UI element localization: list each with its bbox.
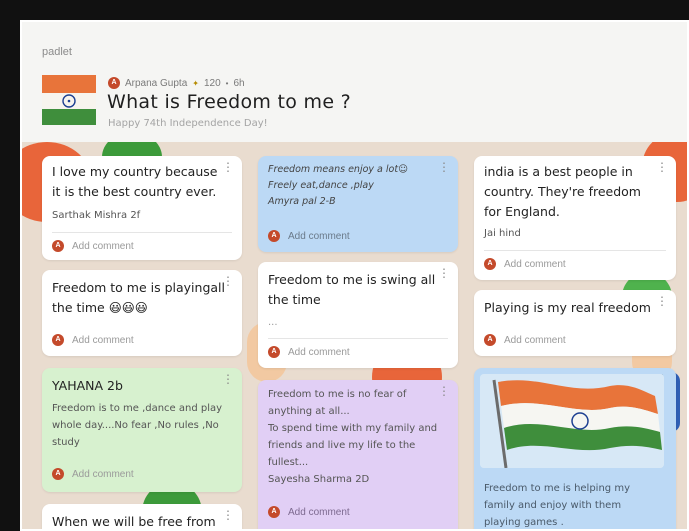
add-comment-button[interactable]: A Add comment <box>268 506 350 518</box>
post-age: 6h <box>233 77 245 89</box>
karma-star-icon: ✦ <box>192 78 199 88</box>
padlet-header: padlet A Arpana Gupta ✦ 120 • 6h What is… <box>22 22 687 142</box>
add-comment-label: Add comment <box>288 346 350 358</box>
post-card[interactable]: ⋮ india is a best people in country. The… <box>474 156 676 280</box>
post-body: Freedom to me is swing all the time <box>268 272 436 307</box>
post-card[interactable]: ⋮ Playing is my real freedom A Add comme… <box>474 290 676 356</box>
padlet-logo[interactable]: padlet <box>42 46 72 58</box>
user-avatar: A <box>484 258 496 270</box>
add-comment-button[interactable]: A Add comment <box>484 258 566 270</box>
post-signature: Amyra pal 2-B <box>268 196 336 207</box>
post-body: india is a best people in country. They'… <box>484 164 641 219</box>
author-karma: 120 <box>203 77 221 89</box>
user-avatar: A <box>52 468 64 480</box>
post-card[interactable]: ⋮ Freedom to me is playingall the time 😃… <box>42 270 242 356</box>
divider <box>484 250 666 251</box>
user-avatar: A <box>268 346 280 358</box>
post-body: Freedom to me is playingall the time 😃😃😃 <box>52 280 225 315</box>
post-body: When we will be free from <box>52 514 216 529</box>
user-avatar: A <box>52 334 64 346</box>
post-card[interactable]: ⋮ When we will be free from <box>42 504 242 529</box>
post-body-line: Freely eat,dance ,play <box>268 180 374 191</box>
user-avatar: A <box>484 334 496 346</box>
screenshot-frame: padlet A Arpana Gupta ✦ 120 • 6h What is… <box>0 0 689 531</box>
post-body-line: Freedom to me is no fear of anything at … <box>268 389 407 417</box>
author-line: A Arpana Gupta ✦ 120 • 6h <box>108 77 245 89</box>
add-comment-label: Add comment <box>504 334 566 346</box>
post-card[interactable]: ⋮ Freedom to me is swing all the time ..… <box>258 262 458 368</box>
post-card[interactable]: ⋮ Freedom to me is no fear of anything a… <box>258 380 458 529</box>
add-comment-button[interactable]: A Add comment <box>52 240 134 252</box>
author-name[interactable]: Arpana Gupta <box>125 78 187 89</box>
add-comment-button[interactable]: A Add comment <box>52 334 134 346</box>
user-avatar: A <box>268 506 280 518</box>
add-comment-label: Add comment <box>72 334 134 346</box>
post-card[interactable]: ⋮ Freedom means enjoy a lot☺ Freely eat,… <box>258 156 458 252</box>
post-body: Freedom is to me ,dance and play whole d… <box>52 403 223 448</box>
add-comment-button[interactable]: A Add comment <box>52 468 134 480</box>
india-flag-thumbnail <box>42 75 96 125</box>
user-avatar: A <box>268 230 280 242</box>
add-comment-label: Add comment <box>72 468 134 480</box>
post-extra: ... <box>268 317 278 328</box>
post-title: YAHANA 2b <box>52 378 123 393</box>
padlet-window: padlet A Arpana Gupta ✦ 120 • 6h What is… <box>20 20 689 531</box>
add-comment-label: Add comment <box>288 230 350 242</box>
add-comment-label: Add comment <box>504 258 566 270</box>
waving-flag-image <box>480 374 664 468</box>
divider <box>52 232 232 233</box>
post-card[interactable]: ⋮ Freedom to me is helping my family and… <box>474 368 676 529</box>
post-body: I love my country because it is the best… <box>52 164 218 199</box>
author-avatar[interactable]: A <box>108 77 120 89</box>
divider <box>268 338 448 339</box>
post-card[interactable]: ⋮ I love my country because it is the be… <box>42 156 242 260</box>
add-comment-label: Add comment <box>72 240 134 252</box>
post-body-line: Freedom means enjoy a lot☺ <box>268 164 408 175</box>
add-comment-button[interactable]: A Add comment <box>484 334 566 346</box>
page-title: What is Freedom to me ? <box>107 91 352 113</box>
page-subtitle: Happy 74th Independence Day! <box>108 118 268 129</box>
add-comment-button[interactable]: A Add comment <box>268 230 350 242</box>
add-comment-label: Add comment <box>288 506 350 518</box>
post-signature: Sarthak Mishra 2f <box>52 210 141 221</box>
post-signature: Sayesha Sharma 2D <box>268 474 370 485</box>
user-avatar: A <box>52 240 64 252</box>
add-comment-button[interactable]: A Add comment <box>268 346 350 358</box>
post-body-line: To spend time with my family and friends… <box>268 423 438 468</box>
post-signature: Jai hind <box>484 228 521 239</box>
post-card[interactable]: ⋮ YAHANA 2b Freedom is to me ,dance and … <box>42 368 242 492</box>
separator-dot: • <box>225 78 229 88</box>
post-body: Freedom to me is helping my family and e… <box>484 483 630 528</box>
post-body: Playing is my real freedom <box>484 300 651 315</box>
